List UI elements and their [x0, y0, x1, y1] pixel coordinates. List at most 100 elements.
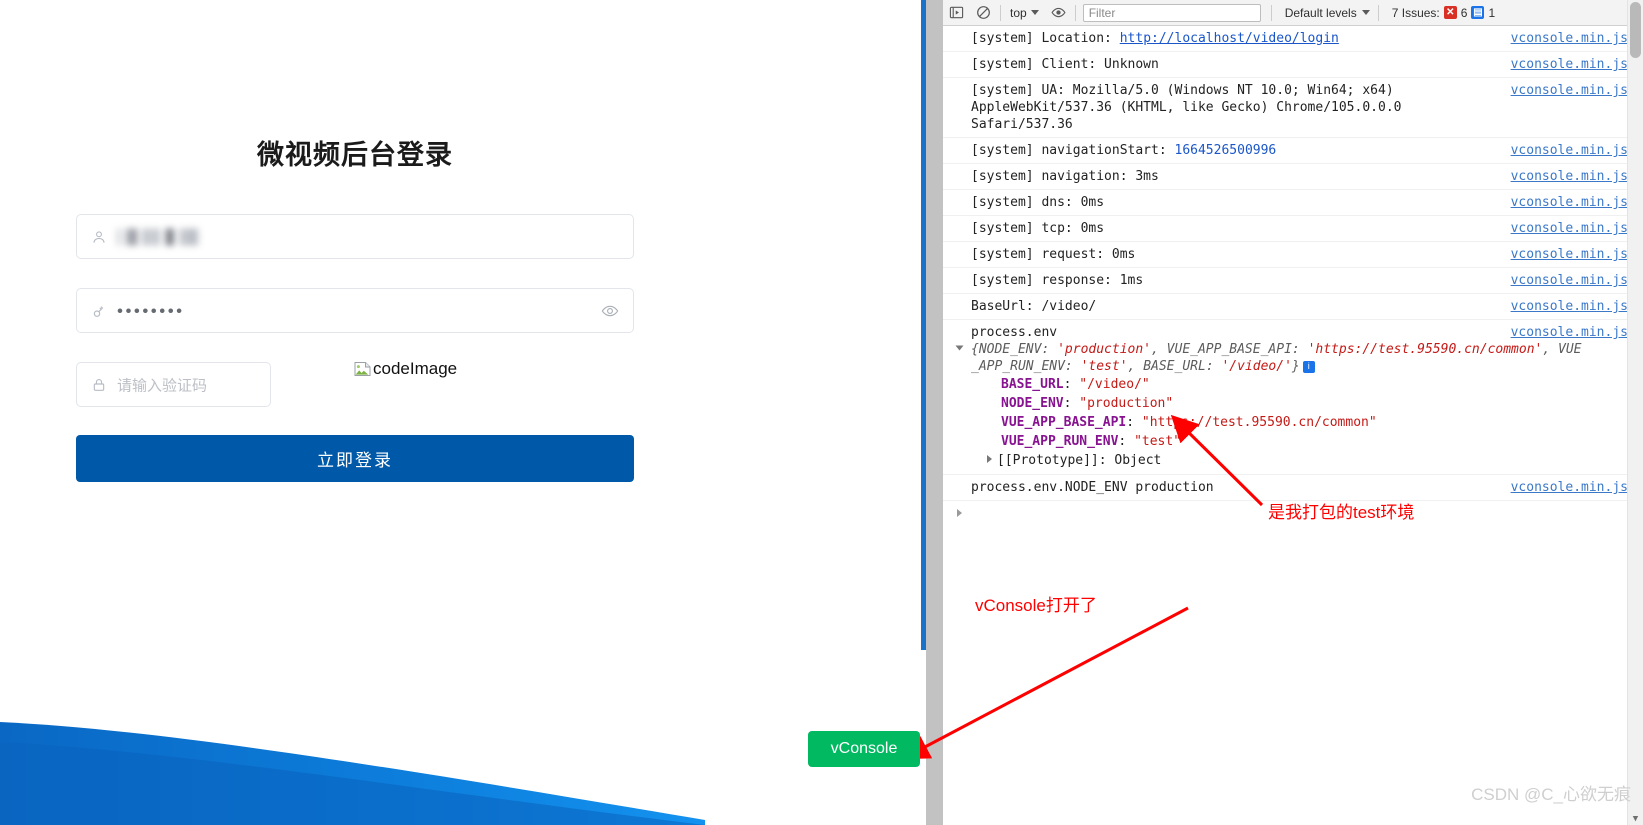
preview-suffix: , VUE: [1542, 342, 1582, 357]
log-row-object[interactable]: vconsole.min.js process.env {NODE_ENV: '…: [943, 320, 1628, 475]
source-link[interactable]: vconsole.min.js: [1511, 272, 1628, 289]
filter-input[interactable]: Filter: [1082, 3, 1261, 22]
scroll-down-arrow-icon[interactable]: ▼: [1629, 812, 1642, 825]
log-row[interactable]: [system] response: 1ms vconsole.min.js: [943, 268, 1628, 294]
source-link[interactable]: vconsole.min.js: [1511, 298, 1628, 315]
toolbar-divider-4: [1377, 4, 1379, 21]
object-property[interactable]: VUE_APP_RUN_ENV: "test": [971, 432, 1620, 451]
log-number: 1664526500996: [1174, 143, 1277, 158]
property-key: BASE_URL: [1001, 377, 1064, 392]
watermark: CSDN @C_心欲无痕: [1471, 785, 1631, 804]
annotation-test-env: 是我打包的test环境: [1268, 503, 1415, 522]
property-value: "/video/": [1079, 377, 1150, 392]
username-field[interactable]: ████████: [76, 214, 634, 259]
log-row[interactable]: [system] tcp: 0ms vconsole.min.js: [943, 216, 1628, 242]
log-level-label: Default levels: [1284, 5, 1357, 20]
source-link[interactable]: vconsole.min.js: [1511, 479, 1628, 496]
property-value: "https://test.95590.cn/common": [1141, 415, 1377, 430]
preview-mid: , VUE_APP_BASE_API:: [1151, 342, 1308, 357]
prompt-caret-icon: [957, 509, 962, 517]
issues-info-count: 1: [1488, 5, 1496, 20]
toolbar-divider-2: [1074, 4, 1076, 21]
broken-image-icon: [354, 360, 372, 378]
location-link[interactable]: http://localhost/video/login: [1120, 31, 1339, 46]
issues-counter[interactable]: 7 Issues: ✕ 6 ▤ 1: [1392, 6, 1495, 20]
expand-arrow-icon[interactable]: [955, 345, 964, 351]
source-link[interactable]: vconsole.min.js: [1511, 220, 1628, 237]
log-row[interactable]: [system] request: 0ms vconsole.min.js: [943, 242, 1628, 268]
vconsole-toggle-button[interactable]: vConsole: [808, 731, 920, 767]
context-selector-label: top: [1010, 5, 1027, 20]
decorative-wave: [0, 722, 705, 825]
username-value: ████████: [117, 228, 211, 245]
prototype-row[interactable]: [[Prototype]]: Object: [971, 451, 1620, 470]
captcha-input[interactable]: 请输入验证码: [76, 362, 271, 407]
info-message-icon: ▤: [1471, 6, 1485, 19]
log-row[interactable]: [system] UA: Mozilla/5.0 (Windows NT 10.…: [943, 78, 1628, 138]
preview-value-2: 'https://test.95590.cn/common': [1307, 342, 1543, 357]
login-page: 微视频后台登录 ████████ •••••••• 请输入验证码 codeIma…: [0, 0, 921, 825]
log-message: [system] dns: 0ms: [971, 195, 1105, 210]
preview2-value-1: 'test': [1080, 359, 1128, 374]
annotation-vconsole-open: vConsole打开了: [975, 596, 1097, 615]
log-message: [system] UA: Mozilla/5.0 (Windows NT 10.…: [971, 83, 1410, 132]
captcha-placeholder: 请输入验证码: [117, 377, 208, 394]
console-scrollbar[interactable]: ▲ ▼: [1627, 0, 1643, 825]
property-value: "production": [1079, 396, 1174, 411]
source-link[interactable]: vconsole.min.js: [1511, 246, 1628, 263]
scrollbar-thumb[interactable]: [1630, 2, 1641, 58]
context-selector[interactable]: top: [1004, 3, 1045, 23]
object-property[interactable]: VUE_APP_BASE_API: "https://test.95590.cn…: [971, 413, 1620, 432]
chevron-down-icon: [1030, 10, 1039, 15]
log-row[interactable]: [system] Location: http://localhost/vide…: [943, 26, 1628, 52]
eye-icon[interactable]: [601, 302, 619, 320]
preview2-prefix: _APP_RUN_ENV:: [971, 359, 1081, 374]
log-message: [system] navigation: 3ms: [971, 169, 1159, 184]
log-row[interactable]: [system] navigation: 3ms vconsole.min.js: [943, 164, 1628, 190]
preview2-value-2: '/video/': [1221, 359, 1292, 374]
log-level-selector[interactable]: Default levels: [1285, 6, 1370, 20]
log-row[interactable]: BaseUrl: /video/ vconsole.min.js: [943, 294, 1628, 320]
console-toolbar: top Filter Default levels 7 Issues: ✕ 6: [943, 0, 1628, 26]
password-value: ••••••••: [117, 301, 185, 320]
log-message: [system] Location:: [971, 31, 1120, 46]
source-link[interactable]: vconsole.min.js: [1511, 30, 1628, 47]
log-row[interactable]: [system] navigationStart: 1664526500996 …: [943, 138, 1628, 164]
log-message: [system] request: 0ms: [971, 247, 1136, 262]
clear-console-icon[interactable]: [970, 1, 997, 25]
log-message: [system] response: 1ms: [971, 273, 1144, 288]
log-row[interactable]: [system] dns: 0ms vconsole.min.js: [943, 190, 1628, 216]
lock-icon: [91, 377, 107, 393]
expand-arrow-icon-prototype[interactable]: [987, 455, 992, 463]
console-log-list: [system] Location: http://localhost/vide…: [943, 26, 1628, 528]
source-link[interactable]: vconsole.min.js: [1511, 324, 1628, 341]
source-link[interactable]: vconsole.min.js: [1511, 56, 1628, 73]
preview2-mid: , BASE_URL:: [1127, 359, 1222, 374]
object-preview-line-2: _APP_RUN_ENV: 'test', BASE_URL: '/video/…: [971, 358, 1620, 375]
left-scroll-gutter[interactable]: [926, 0, 943, 825]
source-link[interactable]: vconsole.min.js: [1511, 142, 1628, 159]
execute-snippet-icon[interactable]: [943, 1, 970, 25]
property-value: "test": [1134, 434, 1182, 449]
login-submit-button[interactable]: 立即登录: [76, 435, 634, 482]
source-link[interactable]: vconsole.min.js: [1511, 82, 1628, 99]
page-title: 微视频后台登录: [257, 140, 453, 170]
issues-error-count: 6: [1460, 5, 1468, 20]
captcha-image-alt-text: codeImage: [373, 359, 458, 378]
property-key: VUE_APP_RUN_ENV: [1001, 434, 1119, 449]
source-link[interactable]: vconsole.min.js: [1511, 168, 1628, 185]
object-property[interactable]: NODE_ENV: "production": [971, 394, 1620, 413]
object-property[interactable]: BASE_URL: "/video/": [971, 375, 1620, 394]
preview-prefix: {NODE_ENV:: [971, 342, 1058, 357]
log-message: process.env.NODE_ENV production: [971, 480, 1214, 495]
chevron-down-icon-2: [1361, 10, 1370, 15]
info-icon[interactable]: i: [1302, 360, 1315, 373]
object-preview-line-1: {NODE_ENV: 'production', VUE_APP_BASE_AP…: [971, 341, 1620, 358]
captcha-image[interactable]: codeImage: [354, 359, 457, 379]
source-link[interactable]: vconsole.min.js: [1511, 194, 1628, 211]
key-icon: [91, 303, 107, 319]
live-expression-icon[interactable]: [1045, 1, 1072, 25]
log-row[interactable]: [system] Client: Unknown vconsole.min.js: [943, 52, 1628, 78]
password-field[interactable]: ••••••••: [76, 288, 634, 333]
log-message: [system] Client: Unknown: [971, 57, 1159, 72]
